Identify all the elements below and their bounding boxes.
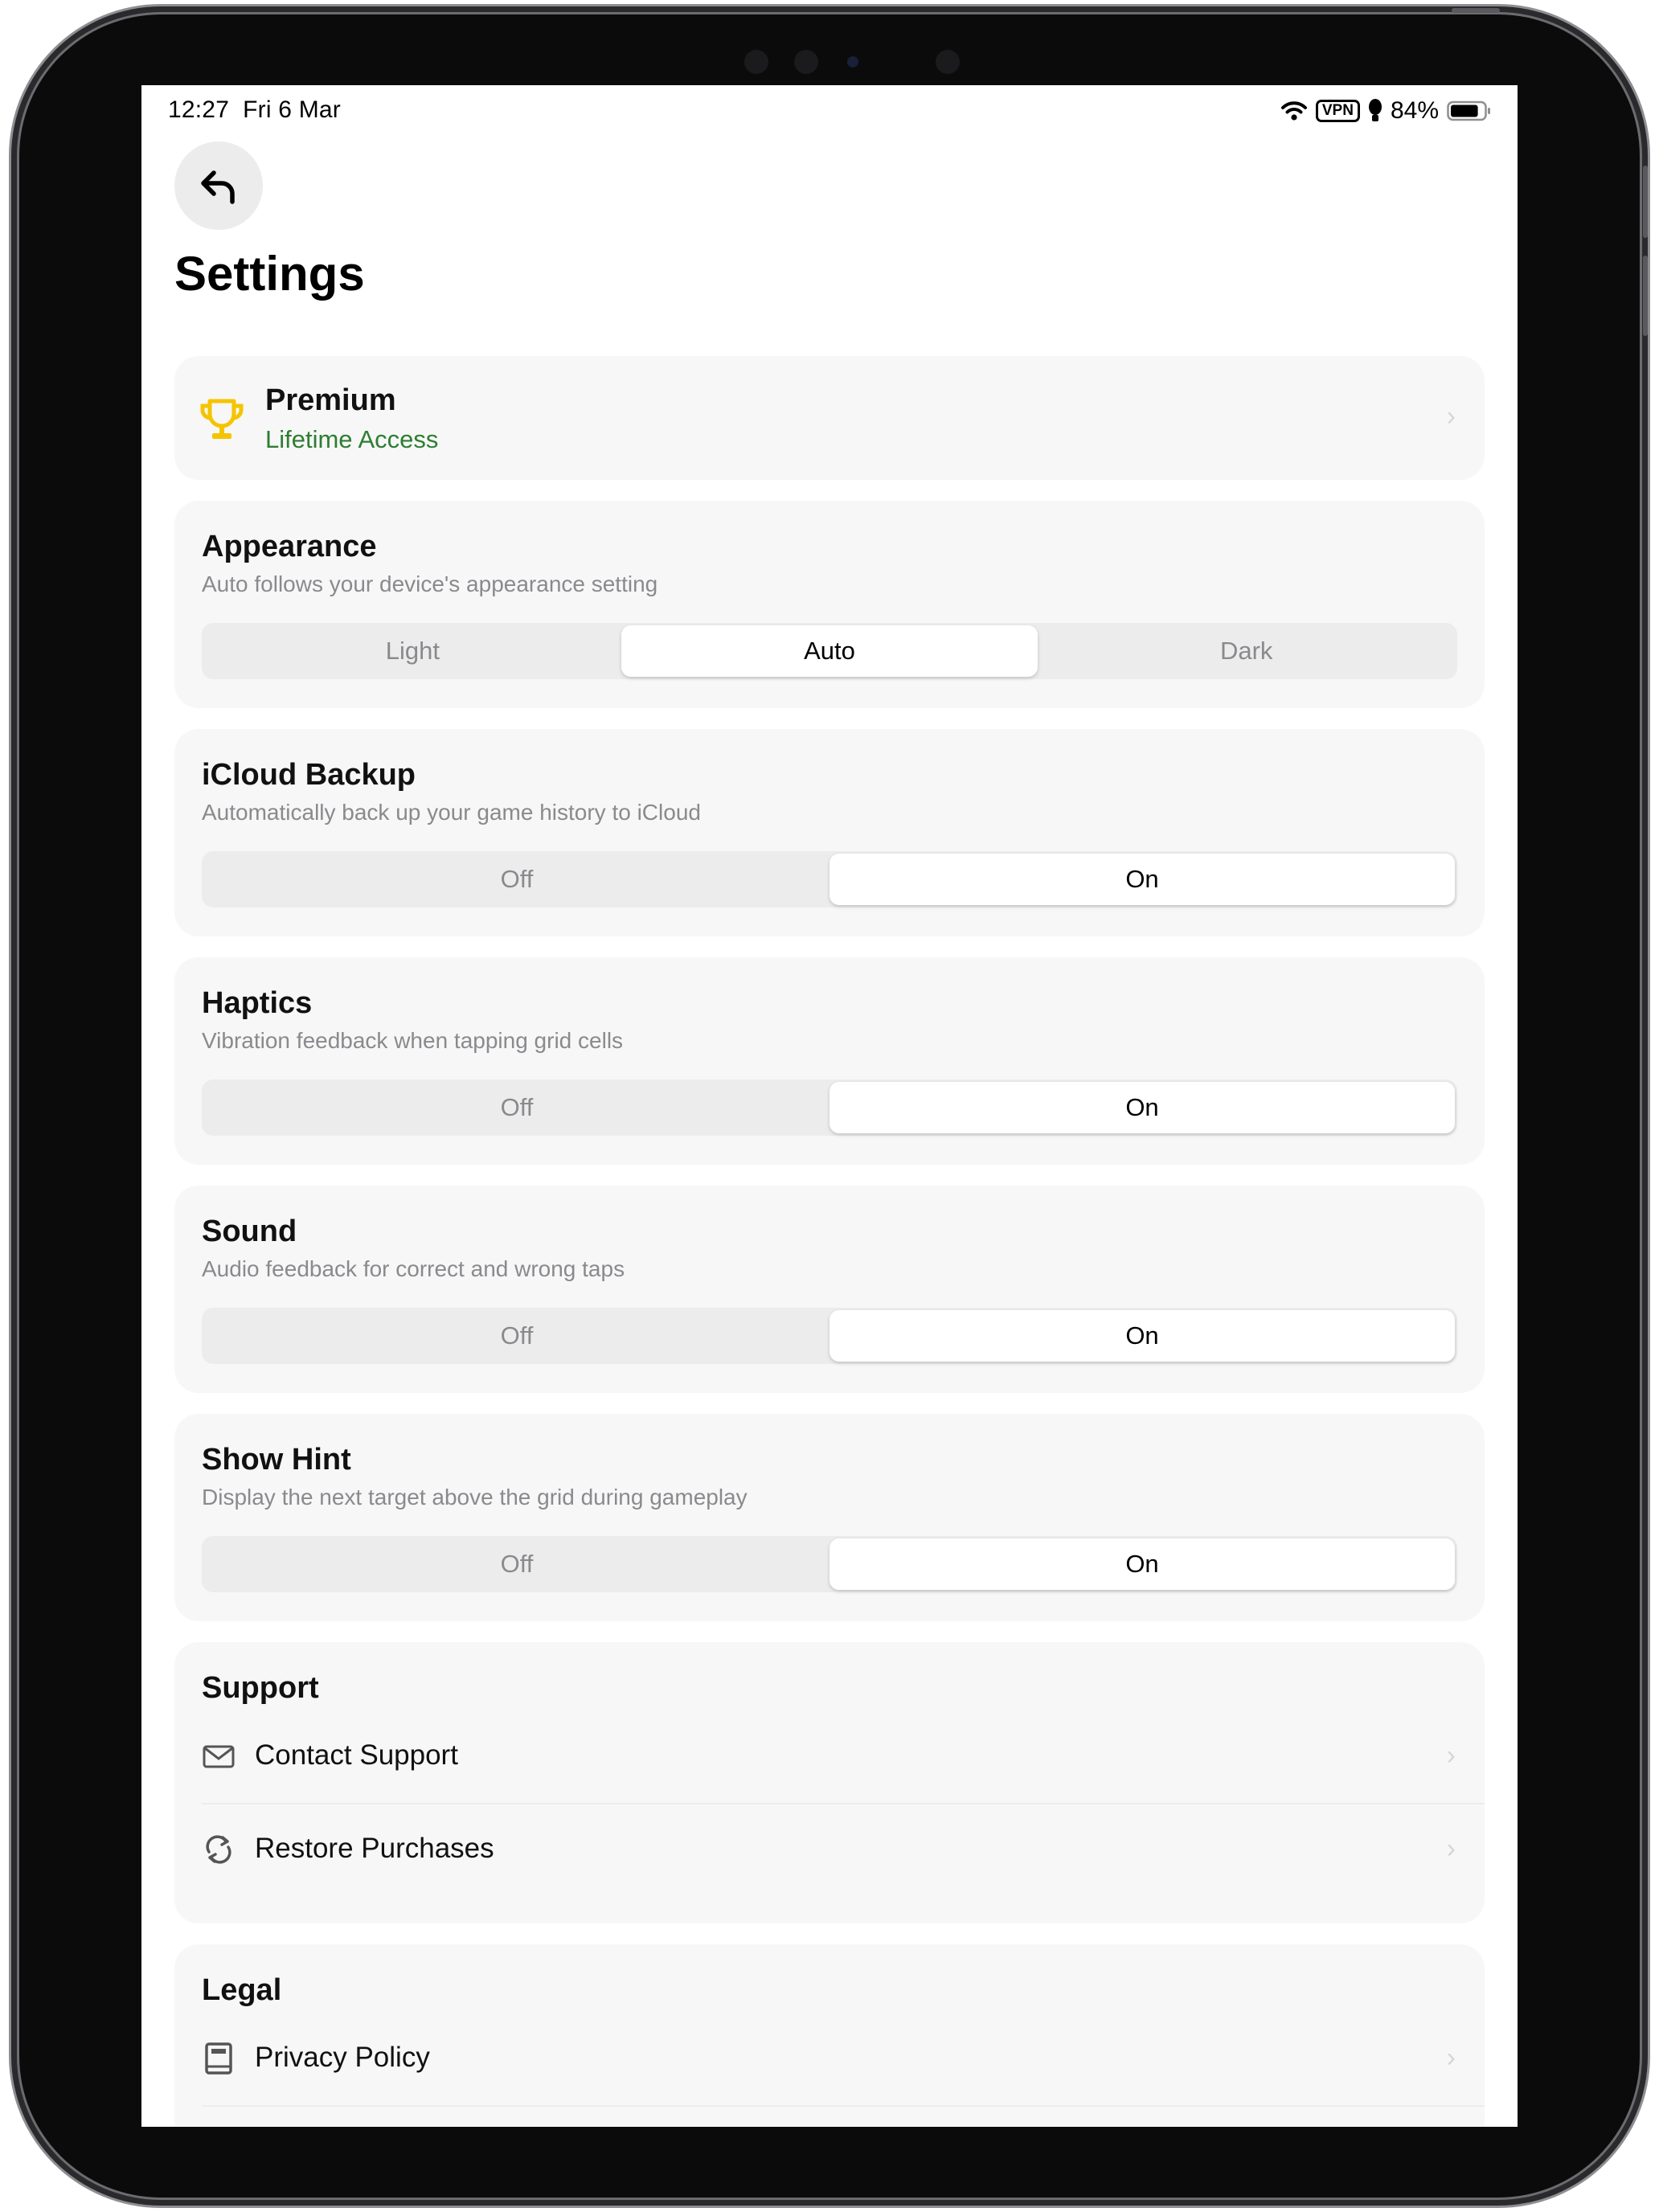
contact-support-label: Contact Support <box>255 1739 458 1771</box>
chevron-right-icon: › <box>1446 401 1456 432</box>
status-bar: 12:27 Fri 6 Mar VPN 84% <box>141 85 1518 141</box>
chevron-right-icon: › <box>1446 2042 1456 2073</box>
book-icon <box>205 2042 232 2075</box>
appearance-segmented-control: Light Auto Dark <box>202 623 1457 679</box>
sound-card: Sound Audio feedback for correct and wro… <box>174 1186 1485 1393</box>
back-arrow-icon <box>201 170 235 204</box>
envelope-icon <box>203 1745 235 1768</box>
sound-on[interactable]: On <box>830 1310 1455 1362</box>
privacy-policy-label: Privacy Policy <box>255 2042 430 2073</box>
divider <box>202 2105 1485 2107</box>
vpn-badge: VPN <box>1315 100 1360 122</box>
show-hint-on[interactable]: On <box>830 1538 1455 1590</box>
premium-card[interactable]: Premium Lifetime Access › <box>174 356 1485 480</box>
appearance-title: Appearance <box>202 530 377 563</box>
restore-icon <box>206 1835 231 1864</box>
battery-percent: 84% <box>1390 97 1439 124</box>
support-card: Support Contact Support › Restore Purcha… <box>174 1642 1485 1923</box>
icloud-backup-description: Automatically back up your game history … <box>202 800 701 825</box>
haptics-toggle: Off On <box>202 1079 1457 1136</box>
restore-purchases-label: Restore Purchases <box>255 1833 494 1864</box>
sound-title: Sound <box>202 1215 297 1248</box>
show-hint-title: Show Hint <box>202 1443 351 1477</box>
support-title: Support <box>202 1671 319 1705</box>
indicator-icon <box>847 56 858 68</box>
icloud-backup-off[interactable]: Off <box>204 854 830 905</box>
appearance-card: Appearance Auto follows your device's ap… <box>174 501 1485 708</box>
appearance-option-auto[interactable]: Auto <box>621 625 1038 677</box>
haptics-on[interactable]: On <box>830 1082 1455 1133</box>
appearance-option-dark[interactable]: Dark <box>1038 625 1455 677</box>
premium-subtitle: Lifetime Access <box>265 425 439 453</box>
sound-toggle: Off On <box>202 1308 1457 1364</box>
contact-support-row[interactable]: Contact Support › <box>202 1711 1457 1800</box>
time: 12:27 <box>168 96 230 123</box>
premium-title: Premium <box>265 383 396 417</box>
legal-card: Legal Privacy Policy › <box>174 1944 1485 2127</box>
sensor-icon <box>744 50 768 74</box>
show-hint-card: Show Hint Display the next target above … <box>174 1414 1485 1621</box>
back-button[interactable] <box>174 141 263 230</box>
restore-purchases-row[interactable]: Restore Purchases › <box>202 1804 1457 1893</box>
legal-title: Legal <box>202 1973 282 2007</box>
haptics-title: Haptics <box>202 986 313 1020</box>
appearance-option-light[interactable]: Light <box>204 625 621 677</box>
top-button <box>1452 8 1500 13</box>
haptics-card: Haptics Vibration feedback when tapping … <box>174 957 1485 1165</box>
show-hint-toggle: Off On <box>202 1536 1457 1592</box>
icloud-backup-card: iCloud Backup Automatically back up your… <box>174 729 1485 936</box>
volume-down-button <box>1643 256 1648 336</box>
chevron-right-icon: › <box>1446 1740 1456 1771</box>
icloud-backup-toggle: Off On <box>202 851 1457 907</box>
icloud-backup-on[interactable]: On <box>830 854 1455 905</box>
page-title: Settings <box>174 247 365 301</box>
sound-description: Audio feedback for correct and wrong tap… <box>202 1256 625 1281</box>
sound-off[interactable]: Off <box>204 1310 830 1362</box>
sensor-icon <box>936 50 960 74</box>
privacy-policy-row[interactable]: Privacy Policy › <box>202 2013 1457 2102</box>
chevron-right-icon: › <box>1446 1833 1456 1864</box>
show-hint-description: Display the next target above the grid d… <box>202 1485 748 1509</box>
haptics-description: Vibration feedback when tapping grid cel… <box>202 1028 624 1053</box>
wifi-icon <box>1280 101 1307 121</box>
status-right: VPN 84% <box>1280 96 1492 125</box>
trophy-icon <box>200 399 244 439</box>
battery-icon <box>1447 100 1490 121</box>
focus-lightbulb-icon <box>1368 99 1382 121</box>
status-time: 12:27 Fri 6 Mar <box>168 96 341 124</box>
icloud-backup-title: iCloud Backup <box>202 758 416 792</box>
volume-up-button <box>1643 166 1648 238</box>
date: Fri 6 Mar <box>243 96 341 123</box>
app-screen: 12:27 Fri 6 Mar VPN 84% Settings Premium… <box>141 85 1518 2127</box>
camera-bar <box>727 45 968 77</box>
show-hint-off[interactable]: Off <box>204 1538 830 1590</box>
camera-icon <box>794 50 818 74</box>
haptics-off[interactable]: Off <box>204 1082 830 1133</box>
appearance-description: Auto follows your device's appearance se… <box>202 571 658 596</box>
